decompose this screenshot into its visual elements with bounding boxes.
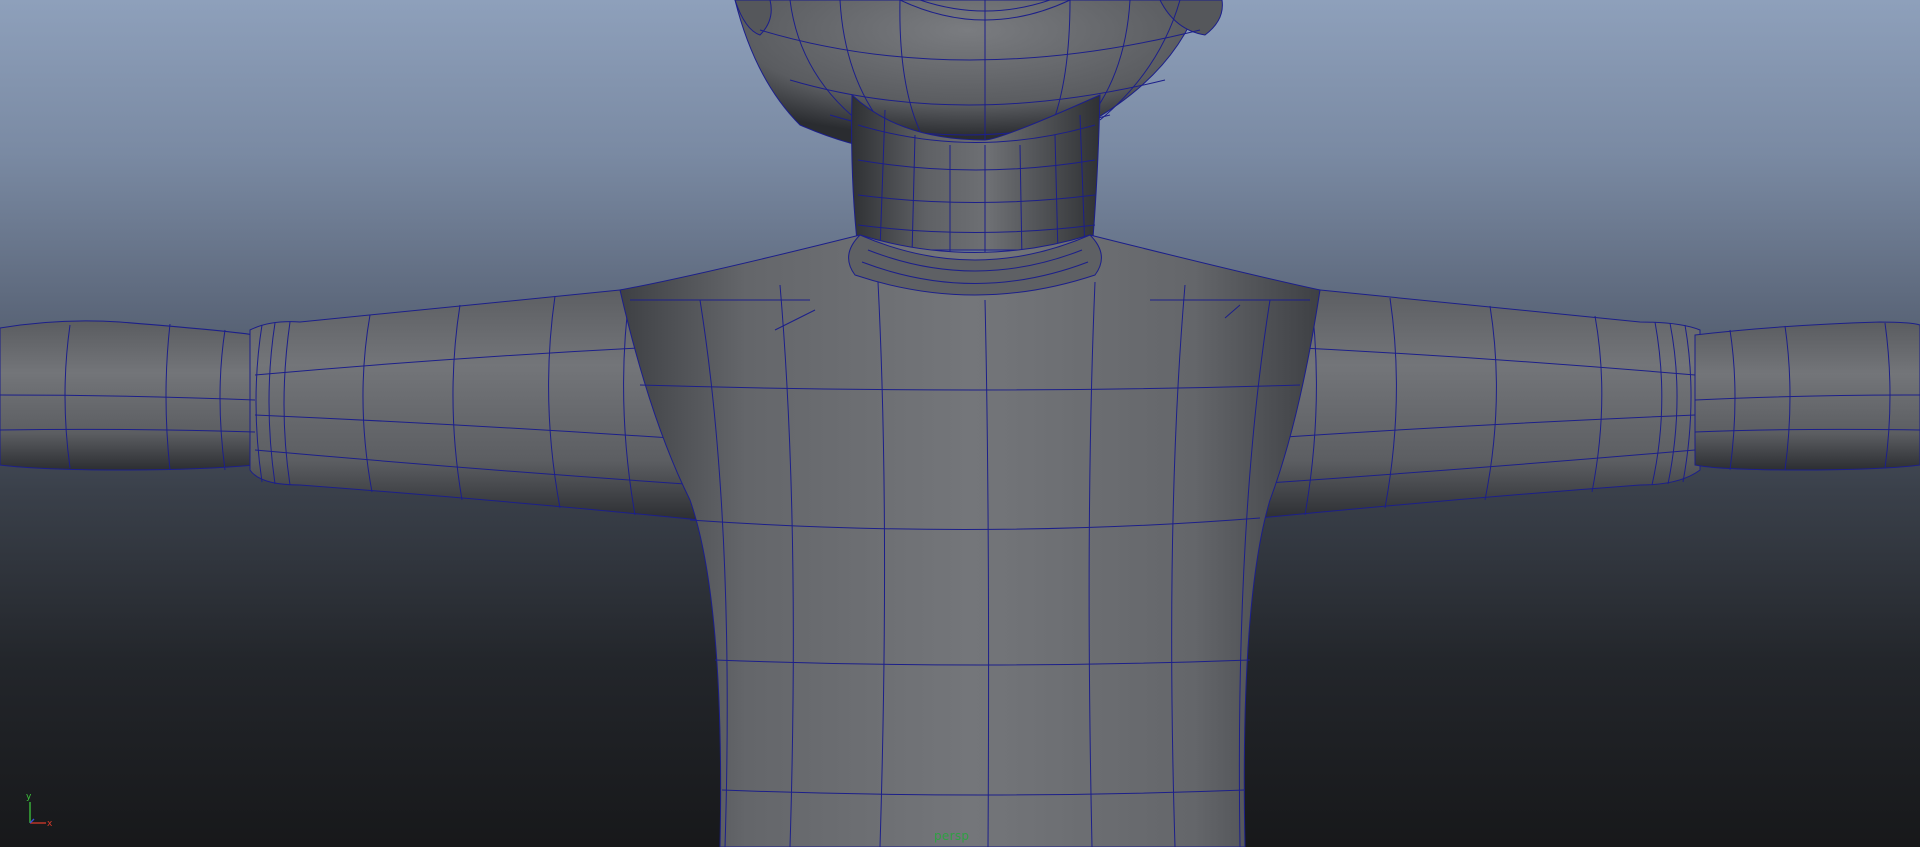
camera-name-label: persp xyxy=(934,829,970,843)
right-arm-mesh xyxy=(1239,281,1920,521)
x-axis-label: x xyxy=(47,819,53,829)
character-mesh-render[interactable] xyxy=(0,0,1920,847)
torso-mesh xyxy=(619,234,1321,847)
axis-gizmo: y x xyxy=(26,792,53,829)
left-arm-mesh xyxy=(0,281,701,521)
y-axis-label: y xyxy=(26,792,32,802)
head-mesh xyxy=(734,0,1223,153)
perspective-viewport[interactable]: y x persp xyxy=(0,0,1920,847)
